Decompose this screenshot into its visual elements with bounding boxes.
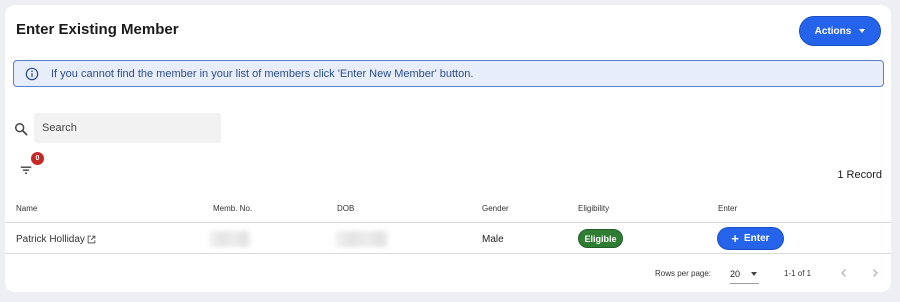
filter-icon[interactable] — [19, 163, 33, 177]
member-card: Enter Existing Member Actions If you can… — [5, 5, 891, 292]
info-banner: If you cannot find the member in your li… — [13, 60, 884, 87]
rows-per-page-label: Rows per page: — [655, 269, 712, 278]
enter-button[interactable]: + Enter — [717, 227, 784, 250]
search-icon — [15, 123, 28, 136]
info-message: If you cannot find the member in your li… — [51, 67, 474, 80]
member-number-redacted — [209, 231, 251, 247]
rows-per-page-select[interactable]: 20 — [730, 264, 759, 284]
previous-page-icon[interactable] — [838, 267, 850, 279]
column-header-gender[interactable]: Gender — [482, 204, 509, 213]
pagination-range: 1-1 of 1 — [784, 269, 812, 278]
next-page-icon[interactable] — [869, 267, 881, 279]
member-name: Patrick Holliday — [16, 234, 85, 245]
gender-value: Male — [482, 234, 504, 245]
column-header-enter: Enter — [718, 204, 738, 213]
plus-icon: + — [731, 231, 740, 246]
record-count: 1 Record — [837, 169, 882, 181]
open-in-new-icon — [87, 235, 96, 244]
actions-button[interactable]: Actions — [799, 16, 881, 46]
member-name-link[interactable]: Patrick Holliday — [16, 234, 96, 245]
table-row: Patrick Holliday Male Eligible + Enter — [5, 223, 891, 254]
actions-button-label: Actions — [814, 25, 852, 37]
page-title: Enter Existing Member — [16, 21, 179, 38]
caret-down-icon — [751, 271, 757, 276]
filter-count-badge: 0 — [31, 152, 44, 165]
eligibility-badge: Eligible — [578, 229, 623, 248]
column-header-memb-no[interactable]: Memb. No. — [213, 204, 252, 213]
dob-redacted — [335, 231, 389, 247]
info-icon — [25, 67, 39, 80]
enter-button-label: Enter — [744, 233, 770, 244]
table-header: Name Memb. No. DOB Gender Eligibility En… — [5, 195, 891, 223]
rows-per-page-value: 20 — [730, 268, 741, 279]
column-header-eligibility[interactable]: Eligibility — [578, 204, 609, 213]
column-header-dob[interactable]: DOB — [337, 204, 354, 213]
search-input[interactable] — [34, 113, 221, 143]
column-header-name[interactable]: Name — [16, 204, 37, 213]
chevron-down-icon — [859, 29, 866, 33]
